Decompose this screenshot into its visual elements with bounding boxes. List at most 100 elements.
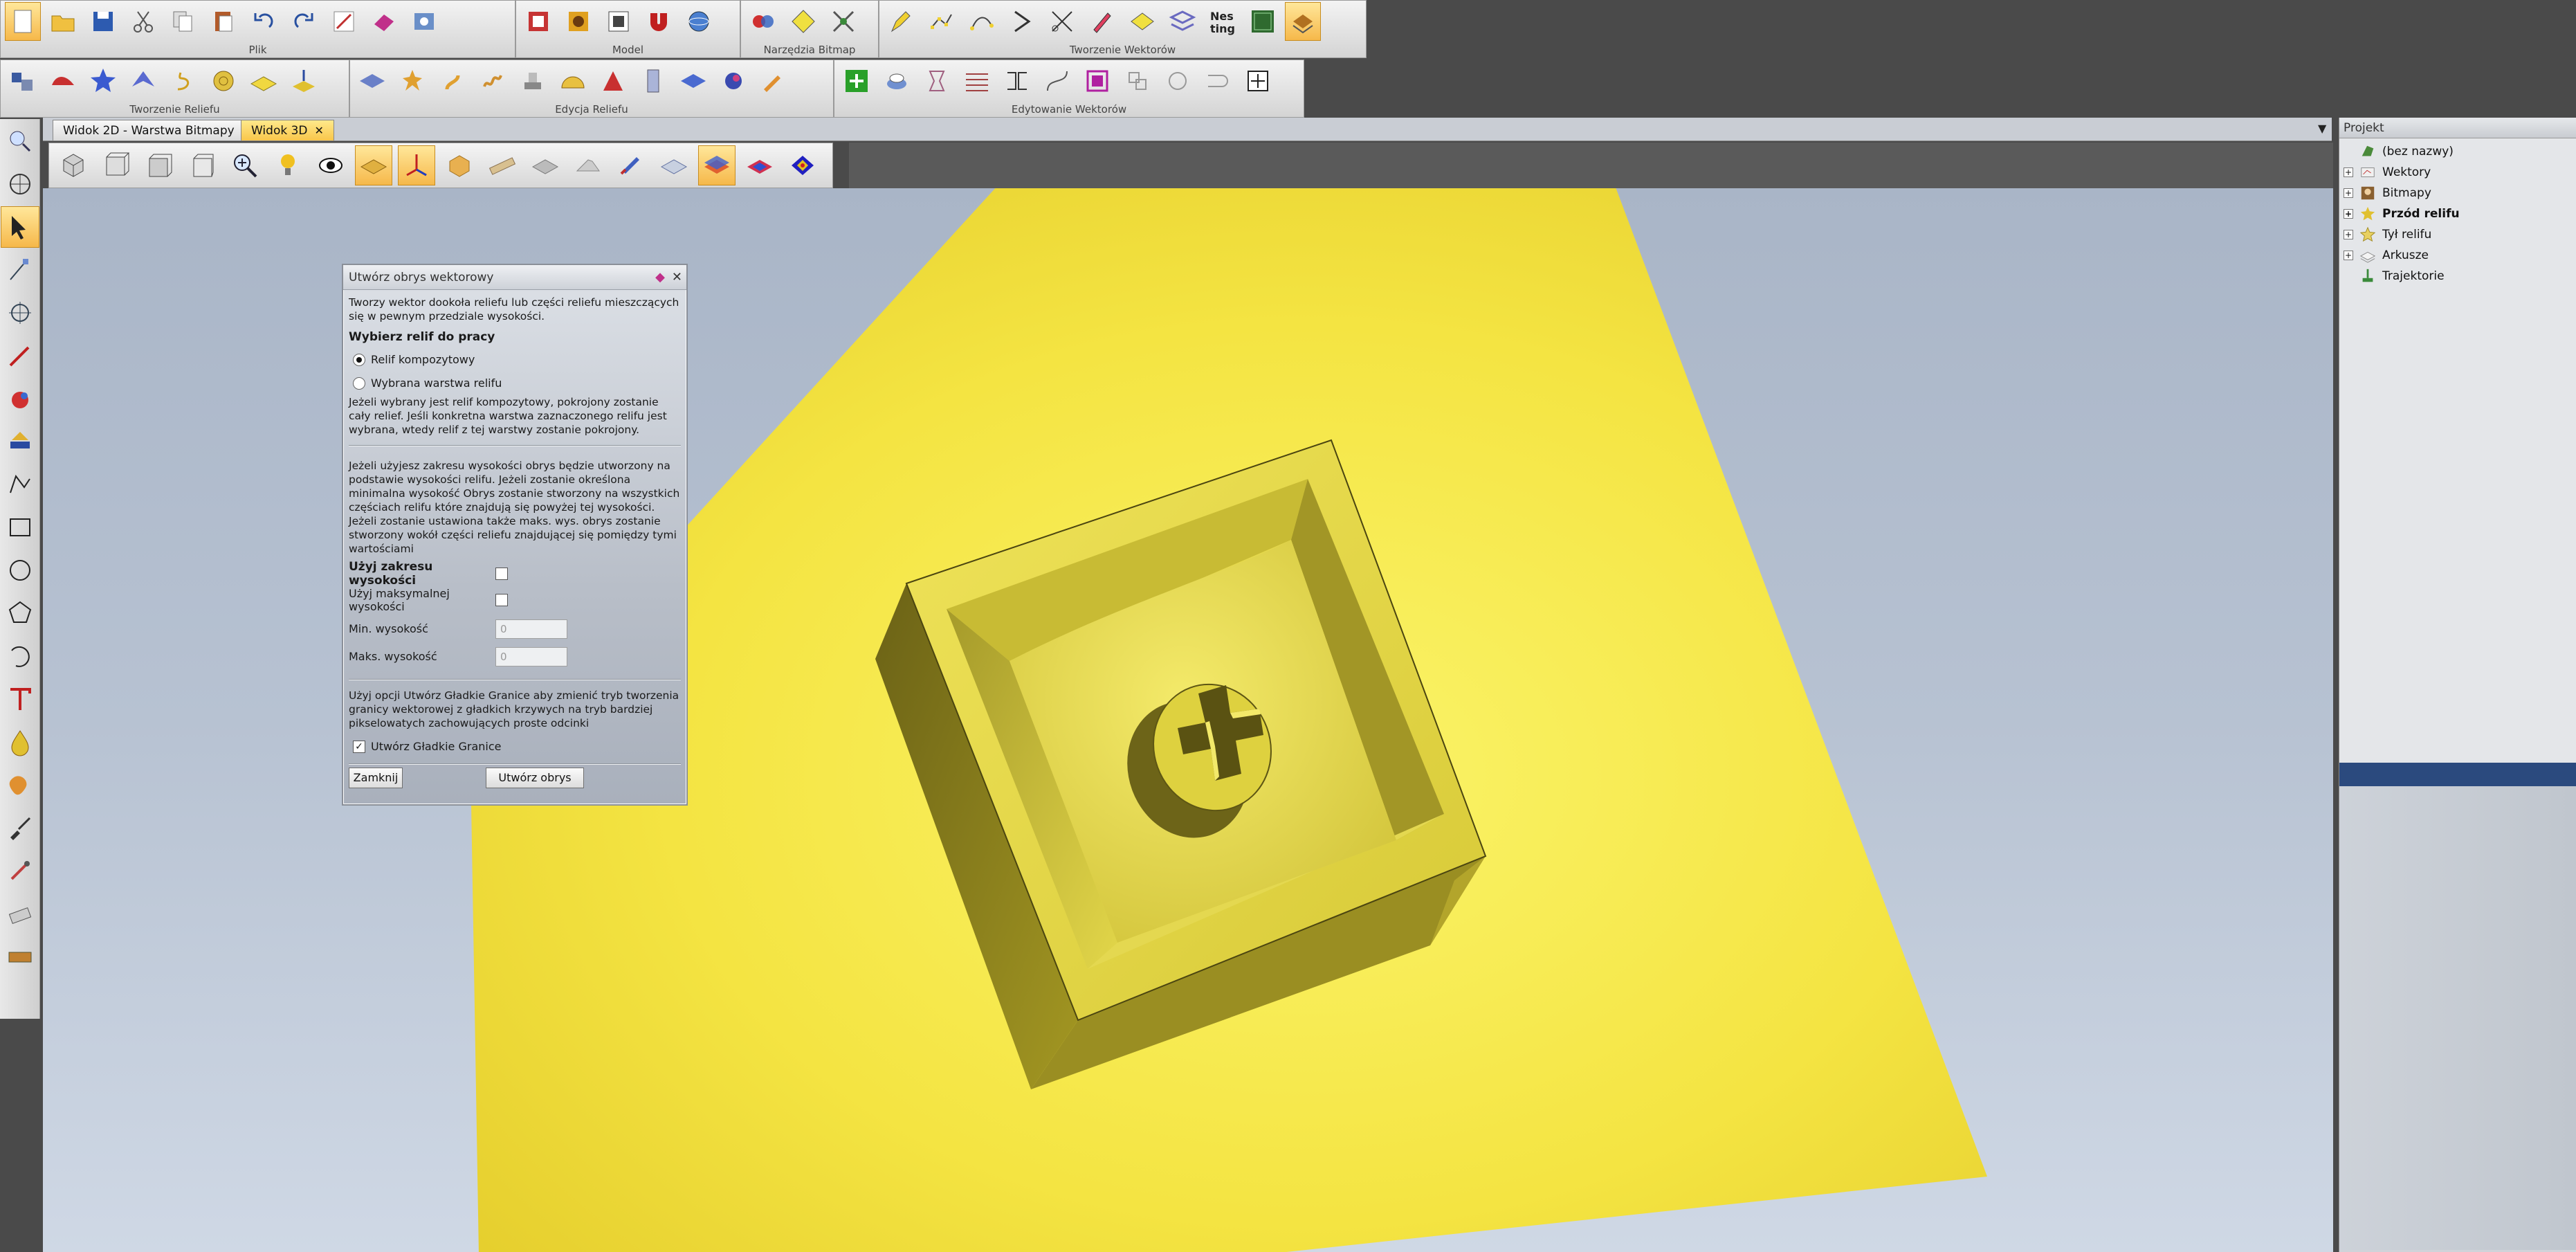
vector-weld-icon[interactable] bbox=[1200, 62, 1236, 100]
tree-item-relief-front[interactable]: + Przód relifu bbox=[2344, 203, 2576, 224]
drop-icon[interactable] bbox=[1, 721, 39, 763]
vector-pen-icon[interactable] bbox=[884, 2, 920, 41]
relief-plane-icon[interactable] bbox=[246, 62, 282, 100]
vector-transform-icon[interactable] bbox=[919, 62, 955, 100]
expand-icon[interactable]: + bbox=[2344, 209, 2353, 219]
zoom-view-icon[interactable] bbox=[1, 120, 39, 162]
redo-icon[interactable] bbox=[286, 2, 322, 41]
relief-layer-icon[interactable] bbox=[675, 62, 711, 100]
expand-icon[interactable]: + bbox=[2344, 251, 2353, 260]
use-range-checkbox[interactable] bbox=[495, 568, 508, 580]
vector-shape-icon[interactable] bbox=[1124, 2, 1160, 41]
min-height-input[interactable] bbox=[495, 619, 567, 639]
transform-icon[interactable] bbox=[1, 292, 39, 334]
relief-flat-icon[interactable] bbox=[354, 62, 390, 100]
model-sphere-icon[interactable] bbox=[681, 2, 717, 41]
model-offset-icon[interactable] bbox=[601, 2, 637, 41]
relief-extrude-icon[interactable] bbox=[286, 62, 322, 100]
view-top-icon[interactable] bbox=[98, 145, 135, 185]
tree-item-sheets[interactable]: + Arkusze bbox=[2344, 245, 2576, 266]
max-height-input[interactable] bbox=[495, 647, 567, 666]
paste-icon[interactable] bbox=[205, 2, 241, 41]
close-button[interactable]: Zamknij bbox=[349, 768, 403, 788]
relief-swept-icon[interactable] bbox=[125, 62, 161, 100]
globe-icon[interactable] bbox=[1, 163, 39, 205]
expand-icon[interactable]: + bbox=[2344, 230, 2353, 239]
relief-bevel-icon[interactable] bbox=[475, 62, 511, 100]
bitmap-diamond-icon[interactable] bbox=[785, 2, 821, 41]
plane-icon[interactable] bbox=[527, 145, 564, 185]
use-range-row[interactable]: Użyj zakresu wysokości bbox=[349, 560, 681, 588]
open-folder-icon[interactable] bbox=[45, 2, 81, 41]
eraser-icon[interactable] bbox=[366, 2, 402, 41]
vector-cut-icon[interactable] bbox=[1044, 2, 1080, 41]
pen-line-icon[interactable] bbox=[1, 335, 39, 376]
bitmap-color-icon[interactable] bbox=[745, 2, 781, 41]
relief-box-icon[interactable] bbox=[441, 145, 478, 185]
vector-arrow-icon[interactable] bbox=[1004, 2, 1040, 41]
relief-pillar-icon[interactable] bbox=[635, 62, 671, 100]
relief-dome-icon[interactable] bbox=[555, 62, 591, 100]
light-icon[interactable] bbox=[269, 145, 307, 185]
vector-select-icon[interactable] bbox=[1240, 62, 1276, 100]
eraser-icon[interactable] bbox=[1, 893, 39, 934]
tree-item-relief-back[interactable]: + Tył relifu bbox=[2344, 224, 2576, 245]
brush-view-icon[interactable] bbox=[612, 145, 650, 185]
rainbow-diamond-icon[interactable] bbox=[784, 145, 821, 185]
model-magnet-icon[interactable] bbox=[641, 2, 677, 41]
viewport-3d[interactable]: Utwórz obrys wektorowy ◆ ✕ Tworzy wektor… bbox=[43, 188, 2333, 1252]
edit-icon[interactable] bbox=[326, 2, 362, 41]
brush-icon[interactable] bbox=[1, 807, 39, 849]
relief-shaded-icon[interactable] bbox=[355, 145, 392, 185]
smooth-boundaries-checkbox[interactable]: ✓ bbox=[353, 741, 365, 753]
close-icon[interactable]: ✕ bbox=[315, 124, 324, 137]
relief-blend-icon[interactable] bbox=[715, 62, 751, 100]
vector-group-icon[interactable] bbox=[1079, 62, 1115, 100]
nesting-icon[interactable]: Nes ting bbox=[1205, 2, 1241, 41]
copy-icon[interactable] bbox=[165, 2, 201, 41]
settings-icon[interactable] bbox=[406, 2, 442, 41]
create-boundary-button[interactable]: Utwórz obrys bbox=[486, 768, 584, 788]
paint-fill-icon[interactable] bbox=[1, 421, 39, 462]
use-max-checkbox[interactable] bbox=[495, 594, 508, 606]
view-front-icon[interactable] bbox=[140, 145, 178, 185]
tree-item-bitmaps[interactable]: + Bitmapy bbox=[2344, 183, 2576, 203]
close-icon[interactable]: ✕ bbox=[672, 265, 682, 290]
color-layer-icon[interactable] bbox=[698, 145, 736, 185]
panel-selection-bar[interactable] bbox=[2339, 763, 2576, 786]
radio-layer-indicator[interactable] bbox=[353, 377, 365, 390]
arc-icon[interactable] bbox=[1, 635, 39, 677]
relief-wave-icon[interactable] bbox=[45, 62, 81, 100]
radio-composite-indicator[interactable] bbox=[353, 354, 365, 366]
relief-texture-icon[interactable] bbox=[205, 62, 241, 100]
expand-icon[interactable]: + bbox=[2344, 167, 2353, 177]
vector-nodes-icon[interactable] bbox=[924, 2, 960, 41]
vector-path-icon[interactable] bbox=[964, 2, 1000, 41]
radio-composite-relief[interactable]: Relif kompozytowy bbox=[349, 348, 681, 372]
text-icon[interactable] bbox=[1, 678, 39, 720]
vector-boundary-icon[interactable] bbox=[839, 62, 875, 100]
bitmap-tools-icon[interactable] bbox=[825, 2, 861, 41]
undo-icon[interactable] bbox=[246, 2, 282, 41]
vector-relief-icon[interactable] bbox=[1285, 2, 1321, 41]
relief-brush-icon[interactable] bbox=[756, 62, 792, 100]
relief-spiral-icon[interactable] bbox=[165, 62, 201, 100]
dropper-icon[interactable] bbox=[1, 850, 39, 891]
gray-plane-icon[interactable] bbox=[569, 145, 607, 185]
pin-icon[interactable]: ◆ bbox=[655, 265, 665, 290]
model-resolution-icon[interactable] bbox=[560, 2, 596, 41]
relief-shapes-icon[interactable] bbox=[5, 62, 41, 100]
node-edit-icon[interactable] bbox=[1, 249, 39, 291]
chevron-down-icon[interactable]: ▼ bbox=[2318, 122, 2326, 135]
smooth-boundaries-row[interactable]: ✓ Utwórz Gładkie Granice bbox=[349, 737, 681, 756]
vector-weave-icon[interactable] bbox=[1164, 2, 1200, 41]
relief-stamp-icon[interactable] bbox=[515, 62, 551, 100]
cut-icon[interactable] bbox=[125, 2, 161, 41]
model-size-icon[interactable] bbox=[520, 2, 556, 41]
relief-sculpt-icon[interactable] bbox=[394, 62, 430, 100]
view-side-icon[interactable] bbox=[183, 145, 221, 185]
ruler-bar-icon[interactable] bbox=[484, 145, 521, 185]
select-arrow-icon[interactable] bbox=[1, 206, 39, 248]
material-icon[interactable] bbox=[655, 145, 693, 185]
circle-icon[interactable] bbox=[1, 550, 39, 591]
